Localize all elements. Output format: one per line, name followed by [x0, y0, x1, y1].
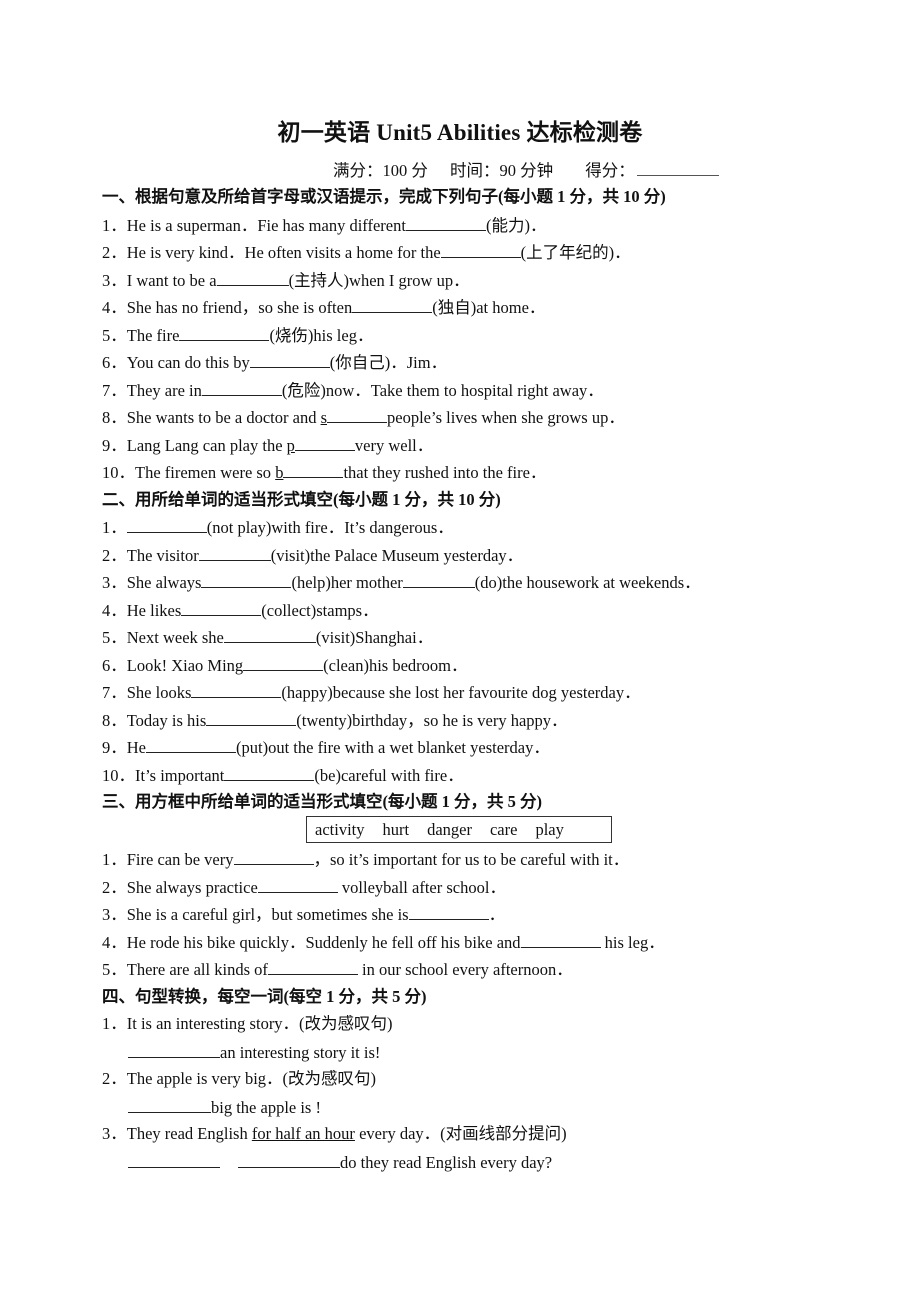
question: 7．She looks (happy)because she lost her f…	[102, 682, 641, 702]
answer-blank[interactable]	[402, 572, 475, 588]
question: 5．Next week she (visit)Shanghai．	[102, 627, 434, 647]
answer-blank[interactable]	[223, 627, 316, 643]
answer-blank[interactable]	[224, 765, 315, 781]
question: 2．He is very kind．He often visits a home…	[102, 242, 631, 262]
question: 4．He rode his bike quickly．Suddenly he f…	[102, 932, 665, 952]
question-answer: do they read English every day?	[128, 1152, 552, 1173]
answer-blank[interactable]	[257, 877, 338, 893]
answer-blank[interactable]	[238, 1152, 340, 1168]
word-box-item: danger	[427, 819, 472, 839]
answer-blank[interactable]	[198, 545, 271, 561]
question: 5．The fire (烧伤)his leg．	[102, 325, 374, 345]
answer-blank[interactable]	[294, 435, 355, 451]
word-box-item: hurt	[382, 819, 410, 839]
underlined-phrase: for half an hour	[251, 1124, 355, 1143]
question: 8．Today is his (twenty)birthday，so he is …	[102, 710, 568, 730]
question: 7．They are in (危险)now．Take them to hospit…	[102, 380, 604, 400]
question: 1．Fire can be very ，so it’s important for…	[102, 849, 630, 869]
question: 9．Lang Lang can play the p very well．	[102, 435, 434, 455]
score-label: 得分：	[585, 161, 635, 180]
answer-blank[interactable]	[201, 572, 292, 588]
answer-blank[interactable]	[191, 682, 282, 698]
question-prompt: 3．They read English for half an hour eve…	[102, 1124, 567, 1143]
answer-blank[interactable]	[405, 215, 486, 231]
time-limit: 时间：90 分钟	[450, 161, 554, 180]
question: 1． (not play)with fire．It’s dangerous．	[102, 517, 454, 537]
answer-blank[interactable]	[440, 242, 521, 258]
answer-blank[interactable]	[327, 407, 387, 423]
exam-meta: 满分：100 分 时间：90 分钟 得分：	[333, 157, 737, 181]
answer-blank[interactable]	[233, 849, 314, 865]
question: 3．She always (help)her mother (do)the hous…	[102, 572, 701, 592]
answer-blank[interactable]	[128, 1042, 220, 1058]
question-answer: big the apple is !	[128, 1097, 321, 1118]
question: 3．I want to be a (主持人)when I grow up．	[102, 270, 470, 290]
question: 6．You can do this by (你自己)．Jim．	[102, 352, 448, 372]
question: 2．The visitor (visit)the Palace Museum ye…	[102, 545, 524, 565]
full-score: 满分：100 分	[333, 161, 428, 180]
answer-blank[interactable]	[408, 904, 489, 920]
answer-blank[interactable]	[267, 959, 358, 975]
question: 6．Look! Xiao Ming (clean)his bedroom．	[102, 655, 468, 675]
question-prompt: 2．The apple is very big．(改为感叹句)	[102, 1069, 377, 1088]
answer-blank[interactable]	[249, 352, 330, 368]
answer-blank[interactable]	[216, 270, 289, 286]
section-3-heading: 三、用方框中所给单词的适当形式填空(每小题 1 分，共 5 分)	[102, 792, 542, 811]
answer-blank[interactable]	[146, 737, 236, 753]
word-box: activity hurt danger care play	[306, 816, 612, 843]
question: 10．It’s important (be)careful with fire．	[102, 765, 464, 785]
question: 5．There are all kinds of in our school e…	[102, 959, 573, 979]
question: 9．He (put)out the fire with a wet blanket…	[102, 737, 550, 757]
answer-blank[interactable]	[128, 1152, 220, 1168]
answer-blank[interactable]	[352, 297, 433, 313]
section-2-heading: 二、用所给单词的适当形式填空(每小题 1 分，共 10 分)	[102, 490, 501, 509]
question: 2．She always practice volleyball after s…	[102, 877, 506, 897]
question-prompt: 1．It is an interesting story．(改为感叹句)	[102, 1014, 393, 1033]
question: 4．She has no friend，so she is often (独自)a…	[102, 297, 546, 317]
initial-letter: b	[275, 463, 284, 482]
answer-blank[interactable]	[128, 1097, 211, 1113]
question: 8．She wants to be a doctor and s people’s…	[102, 407, 625, 427]
question: 10．The firemen were so b that they rushed…	[102, 462, 547, 482]
answer-blank[interactable]	[201, 380, 282, 396]
exam-title: 初一英语 Unit5 Abilities 达标检测卷	[277, 120, 643, 145]
section-4-heading: 四、句型转换，每空一词(每空 1 分，共 5 分)	[102, 987, 427, 1006]
question: 3．She is a careful girl，but sometimes sh…	[102, 904, 506, 924]
word-box-item: play	[535, 819, 564, 839]
answer-blank[interactable]	[243, 655, 324, 671]
section-1-heading: 一、根据句意及所给首字母或汉语提示，完成下列句子(每小题 1 分，共 10 分)	[102, 187, 666, 206]
question: 4．He likes (collect)stamps．	[102, 600, 379, 620]
question-answer: an interesting story it is!	[128, 1042, 380, 1063]
answer-blank[interactable]	[206, 710, 297, 726]
score-blank[interactable]	[636, 161, 719, 176]
answer-blank[interactable]	[181, 600, 262, 616]
initial-letter: p	[286, 436, 295, 455]
question: 1．He is a superman．Fie has many differen…	[102, 215, 547, 235]
answer-blank[interactable]	[179, 325, 270, 341]
answer-blank[interactable]	[520, 932, 601, 948]
word-box-item: activity	[315, 819, 365, 839]
answer-blank[interactable]	[283, 462, 344, 478]
answer-blank[interactable]	[126, 517, 207, 533]
word-box-item: care	[489, 819, 518, 839]
